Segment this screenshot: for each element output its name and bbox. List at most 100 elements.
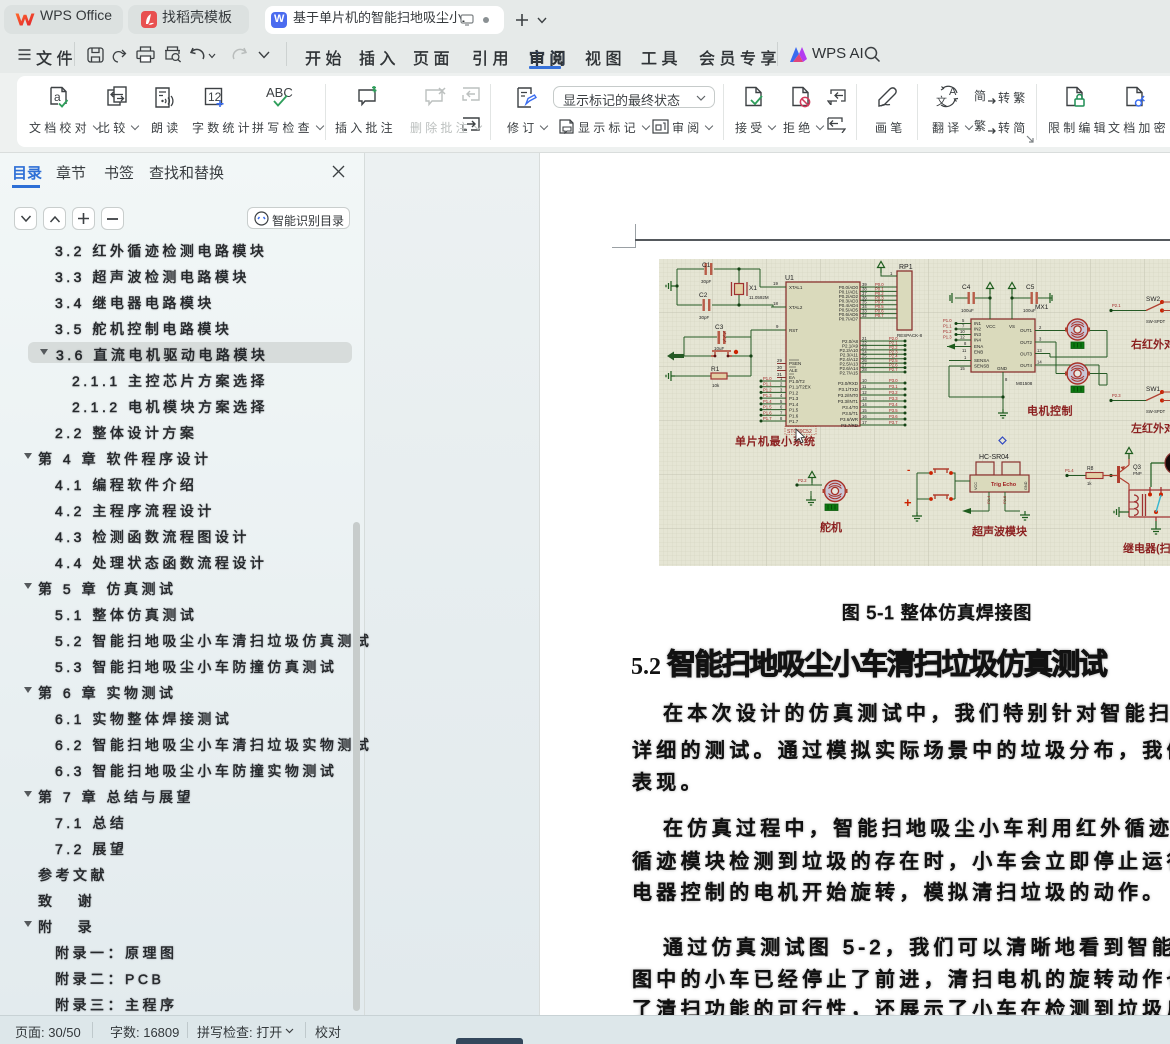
svg-text:10uF: 10uF: [714, 346, 725, 351]
svg-text:P3.4: P3.4: [889, 402, 898, 407]
svg-text:P1.7: P1.7: [763, 416, 772, 421]
svg-text:28: 28: [862, 367, 867, 372]
svg-text:电机控制: 电机控制: [1027, 404, 1073, 418]
svg-text:P1.1: P1.1: [943, 324, 952, 329]
svg-text:P1.1/T2EX: P1.1/T2EX: [789, 385, 811, 390]
svg-text:PNP: PNP: [1133, 471, 1142, 476]
svg-text:GND: GND: [997, 366, 1008, 371]
svg-text:12: 12: [960, 335, 965, 340]
svg-text:P3.4/T0: P3.4/T0: [842, 405, 858, 410]
svg-text:RP1: RP1: [899, 264, 913, 271]
svg-text:MX1: MX1: [1035, 304, 1049, 311]
svg-text:继电器(扫地: 继电器(扫地: [1123, 541, 1170, 555]
svg-text:P1.3: P1.3: [789, 396, 799, 401]
svg-text:P3.3: P3.3: [889, 396, 898, 401]
svg-text:C1: C1: [702, 262, 711, 269]
svg-text:P1.6: P1.6: [763, 410, 772, 415]
svg-text:OUT1: OUT1: [1020, 328, 1032, 333]
svg-text:M01508: M01508: [1016, 381, 1033, 386]
svg-text:14: 14: [1037, 360, 1042, 365]
svg-text:RESPACK-8: RESPACK-8: [897, 333, 923, 338]
svg-text:IN2: IN2: [974, 327, 982, 332]
svg-text:HC-SR04: HC-SR04: [979, 454, 1009, 461]
svg-text:P1.4: P1.4: [763, 399, 772, 404]
svg-text:P3.1: P3.1: [889, 384, 898, 389]
svg-text:P1.4: P1.4: [789, 402, 799, 407]
svg-text:X1: X1: [749, 285, 757, 292]
svg-text:P0.7: P0.7: [875, 313, 884, 318]
svg-text:30pF: 30pF: [701, 279, 712, 284]
svg-text:P3.1/TXD: P3.1/TXD: [838, 387, 858, 392]
svg-text:SW-SPDT: SW-SPDT: [1146, 409, 1166, 414]
svg-text:19: 19: [773, 281, 778, 286]
svg-text:ENA: ENA: [974, 344, 983, 349]
svg-text:P3.7/RD: P3.7/RD: [841, 423, 859, 428]
svg-text:RST: RST: [789, 328, 798, 333]
svg-text:R1: R1: [711, 366, 720, 373]
svg-text:P1.3: P1.3: [943, 335, 952, 340]
svg-text:P3.7: P3.7: [889, 420, 898, 425]
svg-text:P1.6: P1.6: [789, 413, 799, 418]
svg-text:P1.2: P1.2: [789, 390, 799, 395]
svg-text:P1.5: P1.5: [789, 408, 799, 413]
svg-text:C3: C3: [715, 324, 724, 331]
svg-text:OUT4: OUT4: [1020, 363, 1032, 368]
svg-text:P1.2: P1.2: [763, 387, 772, 392]
svg-text:左红外对管: 左红外对管: [1130, 421, 1170, 435]
svg-text:12: 12: [862, 390, 867, 395]
svg-text:10k: 10k: [712, 383, 720, 388]
svg-text:P1.0: P1.0: [943, 318, 952, 323]
svg-text:超声波模块: 超声波模块: [971, 524, 1028, 538]
svg-text:IN1: IN1: [974, 321, 982, 326]
svg-text:P0.7/AD7: P0.7/AD7: [839, 317, 859, 322]
svg-text:舵机: 舵机: [820, 520, 842, 534]
svg-text:IN4: IN4: [974, 338, 982, 343]
svg-text:11: 11: [862, 384, 867, 389]
svg-text:P1.2: P1.2: [943, 329, 952, 334]
svg-text:P2.1: P2.1: [1112, 303, 1121, 308]
svg-text:P3.5/T1: P3.5/T1: [842, 411, 858, 416]
svg-text:11: 11: [962, 348, 967, 353]
svg-text:16: 16: [862, 414, 867, 419]
svg-text:P2.2: P2.2: [798, 478, 807, 483]
svg-text:P3.2: P3.2: [889, 390, 898, 395]
svg-text:P2.7: P2.7: [889, 367, 898, 372]
svg-text:OUT2: OUT2: [1020, 340, 1032, 345]
svg-text:ENB: ENB: [974, 350, 983, 355]
svg-text:10: 10: [862, 378, 867, 383]
svg-text:+: +: [904, 495, 912, 510]
svg-text:XTAL1: XTAL1: [789, 285, 803, 290]
svg-text:OUT3: OUT3: [1020, 352, 1032, 357]
svg-text:ALE: ALE: [789, 368, 798, 373]
svg-text:C5: C5: [1026, 284, 1035, 291]
svg-text:ABC: ABC: [266, 86, 293, 100]
svg-text:U1: U1: [785, 275, 794, 282]
svg-text:15: 15: [960, 366, 965, 371]
svg-text:P1.4: P1.4: [1065, 468, 1074, 473]
svg-text:P1.0: P1.0: [763, 376, 772, 381]
svg-text:VS: VS: [1009, 324, 1015, 329]
svg-text:P2.7/A15: P2.7/A15: [839, 371, 858, 376]
svg-text:SW1: SW1: [1146, 386, 1160, 393]
svg-text:15: 15: [862, 408, 867, 413]
svg-text:11.0592M: 11.0592M: [749, 295, 769, 300]
svg-text:P1.5: P1.5: [763, 405, 772, 410]
svg-text:14: 14: [862, 402, 867, 407]
svg-text:P2.5: P2.5: [1002, 495, 1007, 504]
svg-text:100uF: 100uF: [961, 308, 974, 313]
svg-text:VCC: VCC: [986, 324, 996, 329]
svg-text:SENSA: SENSA: [974, 358, 989, 363]
svg-text:P3.6/WR: P3.6/WR: [840, 417, 859, 422]
svg-text:30: 30: [777, 365, 782, 370]
svg-text:P2.3: P2.3: [1112, 393, 1121, 398]
svg-text:GND: GND: [1024, 481, 1028, 490]
svg-text:XTAL2: XTAL2: [789, 305, 803, 310]
svg-text:P2.4: P2.4: [986, 495, 991, 504]
svg-text:P1.3: P1.3: [763, 393, 772, 398]
svg-text:18: 18: [773, 301, 778, 306]
svg-text:PSEN: PSEN: [789, 361, 801, 366]
svg-text:P1.7: P1.7: [789, 419, 799, 424]
svg-text:P1.0/T2: P1.0/T2: [789, 379, 805, 384]
svg-text:Trig Echo: Trig Echo: [991, 482, 1017, 488]
svg-text:P3.2/INT0: P3.2/INT0: [838, 393, 859, 398]
